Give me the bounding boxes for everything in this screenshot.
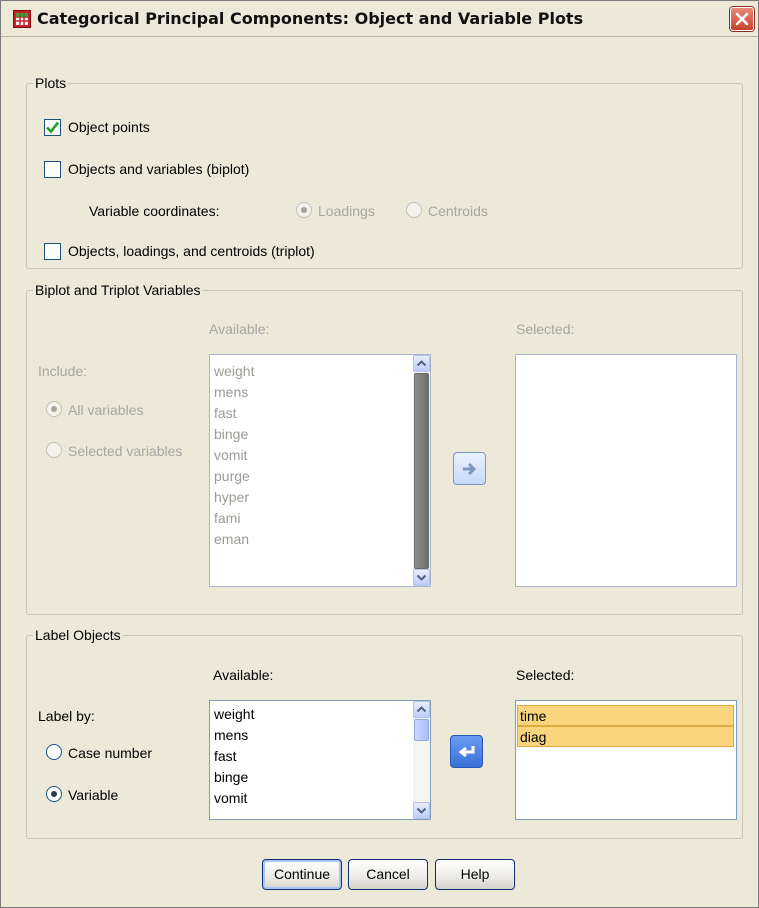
list-item[interactable]: binge bbox=[210, 767, 430, 788]
all-variables-radio[interactable] bbox=[46, 401, 62, 417]
continue-button[interactable]: Continue bbox=[262, 859, 342, 890]
object-points-label[interactable]: Object points bbox=[68, 119, 150, 135]
plots-legend: Plots bbox=[33, 75, 69, 91]
biplot-available-label: Available: bbox=[209, 321, 270, 337]
arrow-right-icon bbox=[462, 462, 476, 476]
cancel-label: Cancel bbox=[366, 866, 410, 882]
biplot-checkbox[interactable] bbox=[44, 161, 61, 178]
help-label: Help bbox=[460, 866, 490, 882]
list-item[interactable]: fami bbox=[210, 508, 430, 529]
list-item[interactable]: vomit bbox=[210, 788, 430, 809]
list-item[interactable]: fast bbox=[210, 403, 430, 424]
dialog-window: Categorical Principal Components: Object… bbox=[0, 0, 759, 908]
centroids-label[interactable]: Centroids bbox=[428, 203, 488, 219]
arrow-up-icon bbox=[416, 706, 427, 713]
label-available-list[interactable]: weight mens fast binge vomit bbox=[209, 700, 431, 820]
help-button[interactable]: Help bbox=[435, 859, 515, 890]
close-button[interactable] bbox=[730, 7, 754, 31]
scroll-down-button[interactable] bbox=[413, 802, 430, 819]
arrow-down-icon bbox=[416, 574, 427, 581]
include-label: Include: bbox=[38, 363, 88, 379]
loadings-label[interactable]: Loadings bbox=[318, 203, 375, 219]
cancel-button[interactable]: Cancel bbox=[348, 859, 428, 890]
title-bar: Categorical Principal Components: Object… bbox=[1, 1, 758, 37]
list-item[interactable]: mens bbox=[210, 382, 430, 403]
label-available-label: Available: bbox=[213, 667, 274, 683]
label-selected-label: Selected: bbox=[516, 667, 575, 683]
selected-variables-label[interactable]: Selected variables bbox=[68, 443, 182, 459]
label-selected-list[interactable]: time diag bbox=[515, 700, 737, 820]
biplot-selected-list[interactable] bbox=[515, 354, 737, 587]
label-objects-legend: Label Objects bbox=[33, 627, 123, 643]
list-item[interactable]: vomit bbox=[210, 445, 430, 466]
biplot-available-scrollbar[interactable] bbox=[413, 355, 430, 586]
arrow-down-icon bbox=[416, 807, 427, 814]
label-move-button[interactable] bbox=[450, 735, 483, 768]
close-icon bbox=[735, 12, 749, 26]
list-item[interactable]: binge bbox=[210, 424, 430, 445]
continue-label: Continue bbox=[273, 866, 331, 882]
scroll-up-button[interactable] bbox=[413, 355, 430, 372]
list-item[interactable]: time bbox=[517, 705, 734, 726]
arrow-up-icon bbox=[416, 360, 427, 367]
variable-label[interactable]: Variable bbox=[68, 787, 118, 803]
case-number-label[interactable]: Case number bbox=[68, 745, 152, 761]
centroids-radio[interactable] bbox=[406, 202, 422, 218]
selected-variables-radio[interactable] bbox=[46, 442, 62, 458]
triplot-checkbox[interactable] bbox=[44, 243, 61, 260]
scroll-thumb[interactable] bbox=[414, 719, 429, 741]
arrow-left-icon bbox=[458, 746, 474, 758]
biplot-variables-legend: Biplot and Triplot Variables bbox=[33, 282, 203, 298]
scroll-up-button[interactable] bbox=[413, 701, 430, 718]
loadings-radio[interactable] bbox=[296, 202, 312, 218]
list-item[interactable]: fast bbox=[210, 746, 430, 767]
variable-radio[interactable] bbox=[46, 786, 62, 802]
biplot-selected-label: Selected: bbox=[516, 321, 575, 337]
biplot-move-button[interactable] bbox=[453, 452, 486, 485]
scroll-down-button[interactable] bbox=[413, 569, 430, 586]
triplot-label[interactable]: Objects, loadings, and centroids (triplo… bbox=[68, 243, 315, 259]
case-number-radio[interactable] bbox=[46, 744, 62, 760]
list-item[interactable]: weight bbox=[210, 361, 430, 382]
biplot-available-list[interactable]: weight mens fast binge vomit purge hyper fami em… bbox=[209, 354, 431, 587]
object-points-checkbox[interactable] bbox=[44, 119, 61, 136]
label-available-scrollbar[interactable] bbox=[413, 701, 430, 819]
label-by-label: Label by: bbox=[38, 708, 95, 724]
app-grid-icon bbox=[13, 10, 31, 28]
biplot-label[interactable]: Objects and variables (biplot) bbox=[68, 161, 249, 177]
all-variables-label[interactable]: All variables bbox=[68, 402, 143, 418]
list-item[interactable]: weight bbox=[210, 704, 430, 725]
list-item[interactable]: hyper bbox=[210, 487, 430, 508]
checkmark-icon bbox=[46, 121, 60, 134]
scroll-thumb[interactable] bbox=[414, 373, 429, 569]
window-title: Categorical Principal Components: Object… bbox=[37, 9, 584, 28]
variable-coordinates-label: Variable coordinates: bbox=[89, 203, 220, 219]
list-item[interactable]: mens bbox=[210, 725, 430, 746]
list-item[interactable]: purge bbox=[210, 466, 430, 487]
list-item[interactable]: diag bbox=[517, 726, 734, 747]
list-item[interactable]: eman bbox=[210, 529, 430, 550]
